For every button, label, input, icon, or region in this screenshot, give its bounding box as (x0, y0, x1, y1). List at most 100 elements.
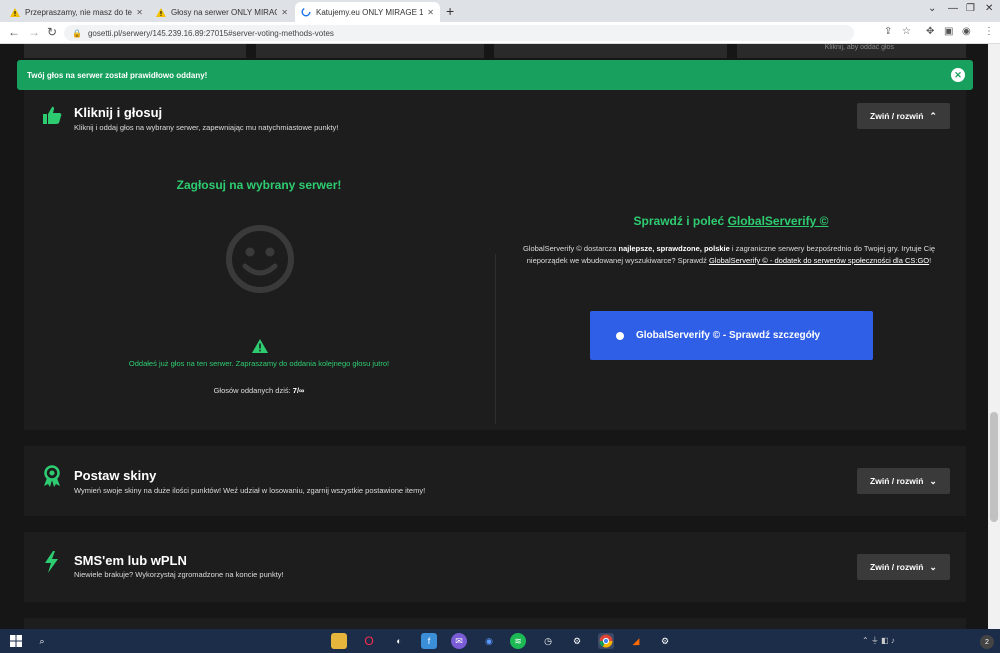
partial-card (256, 44, 484, 58)
top-partial-cards: Kliknij, aby oddać głos (24, 44, 966, 58)
loading-icon (301, 7, 311, 17)
gs-button-label: GlobalServerify © - Sprawdź szczegóły (636, 330, 821, 341)
restore-button[interactable]: ❐ (966, 3, 975, 14)
alert-message: Twój głos na serwer został prawidłowo od… (27, 70, 208, 80)
warning-icon (10, 7, 20, 17)
gs-heading-link[interactable]: GlobalServerify © (728, 214, 829, 228)
votes-today-label: Głosów oddanych dziś: (213, 386, 291, 395)
menu-icon[interactable]: ⋮ (984, 26, 994, 37)
reload-button[interactable]: ↻ (47, 25, 57, 39)
window-close-button[interactable]: ✕ (985, 3, 993, 14)
lightning-icon (42, 551, 62, 573)
file-explorer-icon[interactable] (331, 633, 347, 649)
chevron-down-icon[interactable]: ⌄ (928, 3, 936, 14)
windows-start-icon[interactable] (8, 633, 24, 649)
address-bar-row: ← → ↻ 🔒 gosetti.pl/serwery/145.239.16.89… (0, 22, 1000, 44)
windows-taskbar: ⌕ O ◐ f ✉ ◉ ≋ ◷ ⚙ ◢ ⚙ ⌃ ⏚ ◧ ♪ 2 (0, 629, 1000, 653)
section-subtitle: Wymień swoje skiny na duże ilości punktó… (74, 486, 426, 495)
chevron-down-icon: ⌄ (929, 561, 937, 572)
app-icon[interactable]: f (421, 633, 437, 649)
tray-icons[interactable]: ⌃ ⏚ ◧ ♪ (862, 635, 895, 646)
close-icon[interactable]: ✕ (951, 68, 965, 82)
spotify-icon[interactable]: ≋ (510, 633, 526, 649)
vote-heading: Zagłosuj na wybrany serwer! (176, 178, 342, 192)
share-icon[interactable]: ⇪ (884, 26, 892, 37)
new-tab-button[interactable]: + (446, 3, 454, 19)
partial-card (494, 44, 727, 58)
messenger-icon[interactable]: ✉ (451, 633, 467, 649)
page-scrollbar[interactable] (988, 44, 1000, 629)
votes-today-value: 7/∞ (292, 386, 305, 395)
tab-2[interactable]: Głosy na serwer ONLY MIRAGE ✕ (150, 2, 294, 22)
opera-icon[interactable]: O (361, 633, 377, 649)
minimize-button[interactable]: — (948, 3, 958, 14)
section-subtitle: Kliknij i oddaj głos na wybrany serwer, … (74, 123, 339, 132)
forward-button[interactable]: → (28, 25, 40, 39)
close-icon[interactable]: ✕ (281, 8, 288, 17)
url-text: gosetti.pl/serwery/145.239.16.89:27015#s… (87, 28, 334, 38)
votes-today: Głosów oddanych dziś: 7/∞ (24, 386, 494, 395)
section-title: SMS'em lub wPLN (74, 553, 187, 568)
section-title: Kliknij i głosuj (74, 105, 163, 120)
gs-heading-prefix: Sprawdź i poleć (633, 214, 728, 228)
avatar[interactable]: ◉ (962, 26, 971, 37)
section-sms: SMS'em lub wPLN Niewiele brakuje? Wykorz… (24, 532, 966, 602)
gs-desc-end: ! (929, 256, 932, 265)
thumbs-up-icon (42, 105, 62, 125)
warning-icon (156, 7, 166, 17)
scrollbar-thumb[interactable] (990, 412, 998, 522)
tab-3-active[interactable]: Katujemy.eu ONLY MIRAGE 128T ✕ (295, 2, 440, 22)
close-icon[interactable]: ✕ (136, 8, 143, 17)
globalserverify-description: GlobalServerify © dostarcza najlepsze, s… (514, 243, 944, 267)
star-icon[interactable]: ☆ (902, 26, 911, 37)
notification-badge[interactable]: 2 (980, 635, 994, 649)
sidebar-icon[interactable]: ▣ (944, 26, 953, 37)
toggle-button[interactable]: Zwiń / rozwiń ⌄ (857, 554, 950, 580)
toggle-label: Zwiń / rozwiń (870, 562, 924, 572)
tab-1[interactable]: Przepraszamy, nie masz do tego ✕ (4, 2, 149, 22)
gs-desc-bold: najlepsze, sprawdzone, polskie (618, 244, 730, 253)
clock-icon[interactable]: ◷ (540, 633, 556, 649)
steam-icon[interactable]: ⚙ (657, 633, 673, 649)
success-alert: Twój głos na serwer został prawidłowo od… (17, 60, 973, 90)
chevron-down-icon: ⌄ (929, 475, 937, 486)
close-icon[interactable]: ✕ (427, 8, 434, 17)
smiley-icon (226, 225, 294, 293)
globalserverify-button[interactable]: GlobalServerify © - Sprawdź szczegóły (590, 311, 873, 360)
voted-message: Oddałeś już głos na ten serwer. Zaprasza… (128, 359, 390, 368)
section-click-vote: Kliknij i głosuj Kliknij i oddaj głos na… (24, 90, 966, 430)
gs-desc-part1: GlobalServerify © dostarcza (522, 244, 619, 253)
warning-icon (252, 339, 268, 353)
browser-tab-bar: Przepraszamy, nie masz do tego ✕ Głosy n… (0, 0, 1000, 22)
award-icon (42, 465, 62, 487)
toggle-button[interactable]: Zwiń / rozwiń ⌃ (857, 103, 950, 129)
lock-icon: 🔒 (72, 28, 82, 38)
app-icon[interactable]: ◢ (628, 633, 644, 649)
steam-icon[interactable]: ⚙ (569, 633, 585, 649)
partial-card (24, 44, 246, 58)
url-field[interactable]: 🔒 gosetti.pl/serwery/145.239.16.89:27015… (64, 25, 854, 41)
search-icon[interactable]: ⌕ (34, 633, 50, 649)
tab-3-label: Katujemy.eu ONLY MIRAGE 128T (316, 7, 424, 17)
section-title: Postaw skiny (74, 468, 157, 483)
toggle-label: Zwiń / rozwiń (870, 111, 924, 121)
app-icon[interactable]: ◉ (481, 633, 497, 649)
section-skins: Postaw skiny Wymień swoje skiny na duże … (24, 446, 966, 516)
extensions-icon[interactable]: ✥ (926, 26, 934, 37)
tab-2-label: Głosy na serwer ONLY MIRAGE (171, 7, 278, 17)
partial-card-text: Kliknij, aby oddać głos (824, 44, 894, 51)
toggle-label: Zwiń / rozwiń (870, 476, 924, 486)
chrome-icon[interactable] (598, 633, 614, 649)
gs-desc-link[interactable]: GlobalServerify © - dodatek do serwerów … (709, 256, 929, 265)
back-button[interactable]: ← (8, 25, 20, 39)
page-content: Kliknij, aby oddać głos Twój głos na ser… (0, 44, 988, 629)
tab-1-label: Przepraszamy, nie masz do tego (25, 7, 133, 17)
partial-card: Kliknij, aby oddać głos (737, 44, 966, 58)
divider (495, 254, 496, 424)
chevron-up-icon: ⌃ (929, 110, 937, 121)
globalserverify-heading: Sprawdź i poleć GlobalServerify © (496, 214, 966, 228)
app-icon[interactable]: ◐ (391, 633, 407, 649)
section-subtitle: Niewiele brakuje? Wykorzystaj zgromadzon… (74, 570, 284, 579)
circle-icon (616, 331, 624, 340)
toggle-button[interactable]: Zwiń / rozwiń ⌄ (857, 468, 950, 494)
